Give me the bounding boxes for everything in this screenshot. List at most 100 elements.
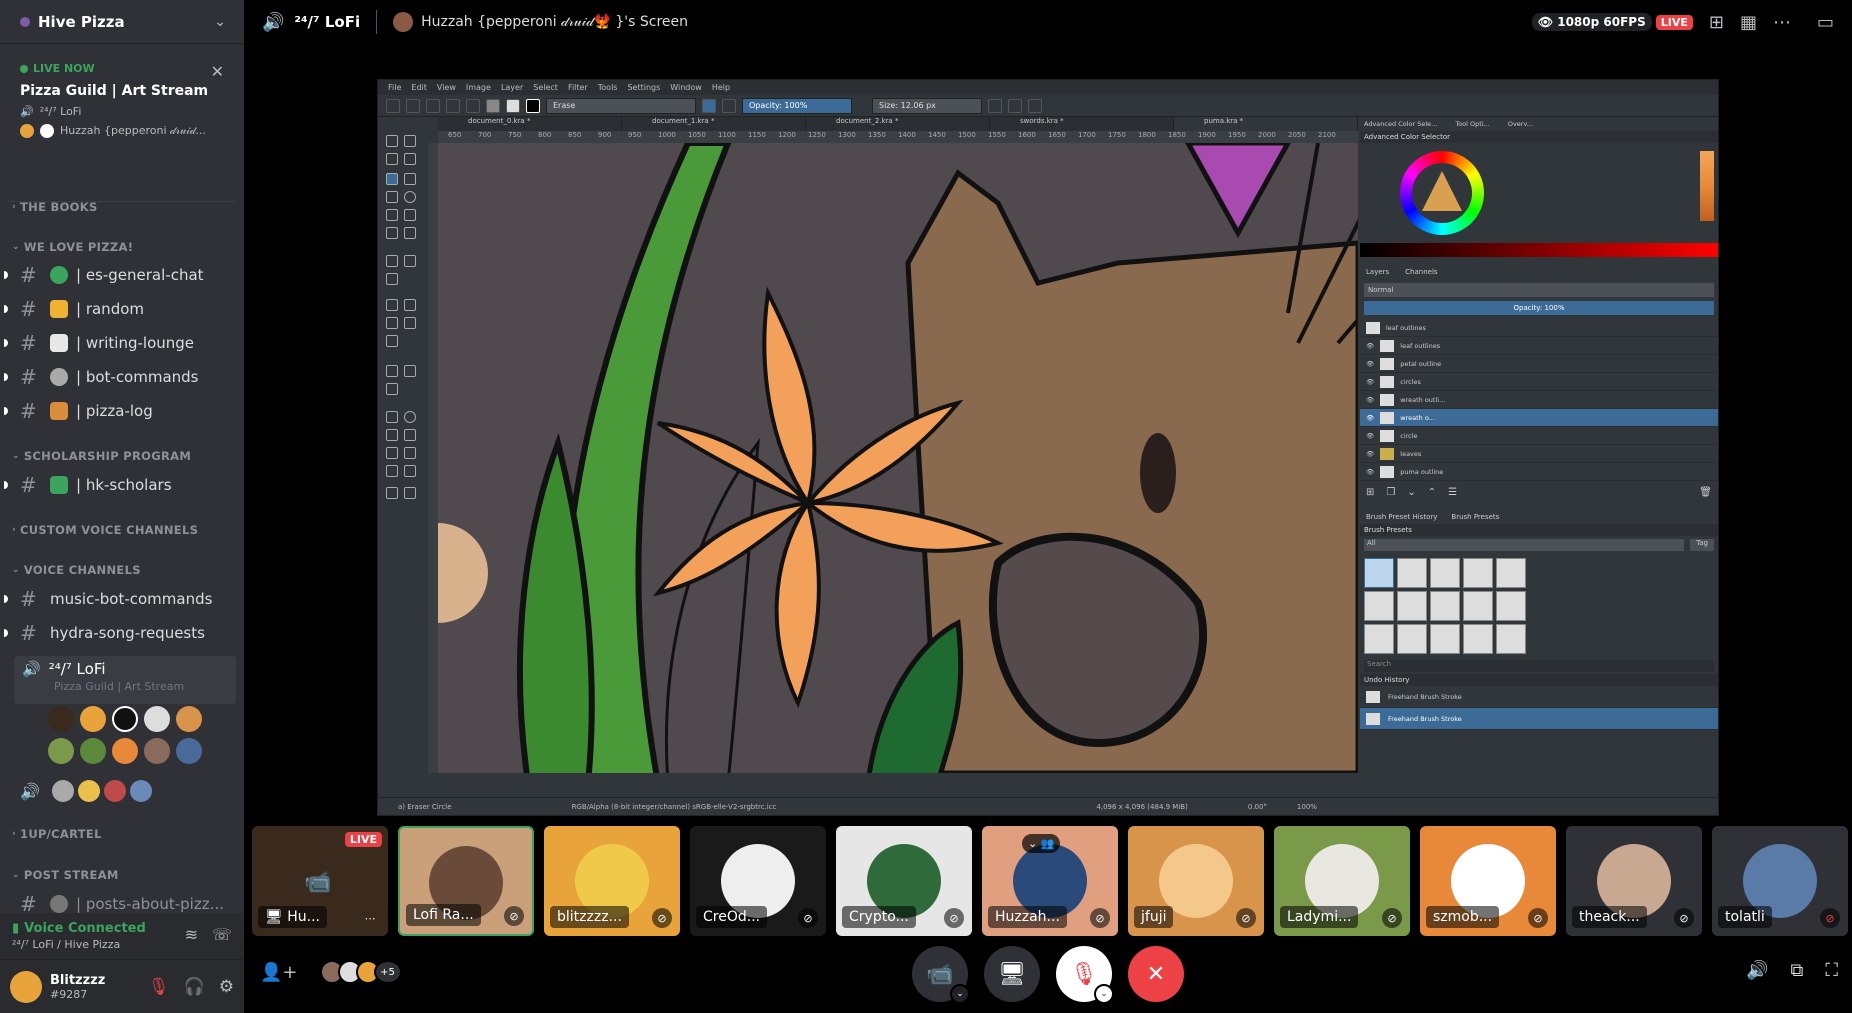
pattern-icon[interactable] <box>506 98 520 113</box>
eye-icon[interactable]: 👁 <box>1366 450 1374 458</box>
eye-icon[interactable]: 👁 <box>1366 432 1374 440</box>
color-triangle[interactable] <box>1422 171 1462 211</box>
menu-help[interactable]: Help <box>712 83 730 92</box>
brush-preset[interactable] <box>1463 558 1493 588</box>
close-icon[interactable]: ✕ <box>211 62 224 81</box>
channel-pizza-log[interactable]: # | pizza-log <box>4 395 236 427</box>
move-tool-icon[interactable] <box>404 255 416 267</box>
participant-tile[interactable]: CreOd... ⊘ <box>690 826 826 936</box>
smart-patch-tool-icon[interactable] <box>386 317 398 329</box>
avatar[interactable] <box>80 706 106 732</box>
move-down-icon[interactable]: ⌄ <box>1407 487 1415 498</box>
avatar[interactable] <box>176 738 202 764</box>
dock-tab[interactable]: Brush Presets <box>1451 513 1499 521</box>
participant-tile[interactable]: theack... ⊘ <box>1566 826 1702 936</box>
polygon-select-tool-icon[interactable] <box>386 429 398 441</box>
blend-mode-select[interactable]: Normal <box>1364 283 1714 297</box>
eye-icon[interactable]: 👁 <box>1366 414 1374 422</box>
brush-preset[interactable] <box>1496 624 1526 654</box>
avatar[interactable] <box>77 780 100 802</box>
zoom-tool-icon[interactable] <box>386 487 398 499</box>
live-now-card[interactable]: LIVE NOW Pizza Guild | Art Stream 🔊 ²⁴/⁷ … <box>8 52 236 202</box>
gear-icon[interactable]: ⚙ <box>219 977 234 997</box>
brush-preset[interactable] <box>1364 558 1394 588</box>
eraser-mode-icon[interactable] <box>702 98 716 113</box>
transform-tool-icon[interactable] <box>386 255 398 267</box>
perspective-tool-icon[interactable] <box>404 365 416 377</box>
polyline-tool-icon[interactable] <box>404 209 416 221</box>
menu-filter[interactable]: Filter <box>568 83 588 92</box>
layer-row[interactable]: 👁 wreath o... <box>1360 409 1718 427</box>
size-slider[interactable]: Size: 12.06 px <box>872 97 982 114</box>
text-tool-icon[interactable] <box>404 135 416 147</box>
color-selector[interactable] <box>1360 143 1718 243</box>
brush-preset[interactable] <box>1496 558 1526 588</box>
layer-opacity-slider[interactable]: Opacity: 100% <box>1364 301 1714 315</box>
chevron-down-icon[interactable]: ⌄ <box>214 14 226 30</box>
participant-tile[interactable]: LIVE 📹 🖥 Hu... ⋯ <box>252 826 388 936</box>
eye-icon[interactable]: 👁 <box>1366 468 1374 476</box>
brush-preset[interactable] <box>1463 591 1493 621</box>
mute-button[interactable]: 🎙 ⌄ <box>1056 946 1114 1004</box>
eye-icon[interactable]: 👁 <box>1366 360 1374 368</box>
menu-image[interactable]: Image <box>466 83 491 92</box>
polygon-tool-icon[interactable] <box>386 209 398 221</box>
participant-tile[interactable]: szmob... ⊘ <box>1420 826 1556 936</box>
layer-row[interactable]: leaf outlines <box>1360 319 1718 337</box>
brush-preset[interactable] <box>1397 558 1427 588</box>
preserve-alpha-icon[interactable] <box>722 98 736 113</box>
dock-tab[interactable]: Overv... <box>1508 120 1533 128</box>
undo-icon[interactable] <box>446 98 460 113</box>
brush-preset[interactable] <box>1496 591 1526 621</box>
contiguous-select-tool-icon[interactable] <box>386 447 398 459</box>
brush-preset[interactable] <box>1364 624 1394 654</box>
document-tab[interactable]: document_1.kra * <box>622 117 806 131</box>
color-slider[interactable] <box>1360 243 1718 257</box>
menu-edit[interactable]: Edit <box>411 83 427 92</box>
crop-tool-icon[interactable] <box>386 273 398 285</box>
dock-tab[interactable]: Tool Opti... <box>1455 120 1490 128</box>
brush-tag-button[interactable]: Tag <box>1690 539 1714 551</box>
add-widget-icon[interactable]: ⊞ <box>1709 12 1724 33</box>
menu-layer[interactable]: Layer <box>501 83 523 92</box>
layer-properties-icon[interactable]: ☰ <box>1448 487 1457 498</box>
document-tab[interactable]: swords.kra * <box>990 117 1174 131</box>
avatar[interactable] <box>51 780 74 802</box>
brush-preset[interactable] <box>1397 591 1427 621</box>
avatar[interactable] <box>144 738 170 764</box>
rect-select-tool-icon[interactable] <box>386 411 398 423</box>
move-up-icon[interactable]: ⌃ <box>1428 487 1436 498</box>
menu-tools[interactable]: Tools <box>598 83 618 92</box>
menu-view[interactable]: View <box>437 83 456 92</box>
menu-settings[interactable]: Settings <box>627 83 660 92</box>
participant-tile[interactable]: ⌄ 👥 Huzzah... ⊘ <box>982 826 1118 936</box>
more-icon[interactable]: ⋯ <box>1773 12 1791 33</box>
freehand-path-tool-icon[interactable] <box>404 227 416 239</box>
volume-icon[interactable]: 🔊 <box>1746 960 1768 981</box>
dock-tab[interactable]: Advanced Color Sele... <box>1364 120 1437 128</box>
brush-tool-icon[interactable] <box>386 173 398 185</box>
document-tab[interactable]: document_2.kra * <box>806 117 990 131</box>
layer-row[interactable]: 👁 petal outline <box>1360 355 1718 373</box>
line-tool-icon[interactable] <box>404 173 416 185</box>
menu-select[interactable]: Select <box>533 83 558 92</box>
blend-mode-select[interactable]: Erase <box>546 97 696 114</box>
measure-tool-icon[interactable] <box>386 365 398 377</box>
avatar[interactable] <box>144 706 170 732</box>
fill-tool-icon[interactable] <box>386 335 398 347</box>
color-history[interactable] <box>1700 151 1714 221</box>
avatar[interactable] <box>10 970 42 1003</box>
avatar[interactable] <box>48 706 74 732</box>
channel-bot-commands[interactable]: # | bot-commands <box>4 361 236 393</box>
opacity-slider[interactable]: Opacity: 100% <box>742 97 852 114</box>
magnetic-select-tool-icon[interactable] <box>404 465 416 477</box>
menu-window[interactable]: Window <box>670 83 702 92</box>
category-1up-cartel[interactable]: › 1UP/CARTEL <box>0 825 102 843</box>
history-row[interactable]: Freehand Brush Stroke <box>1360 686 1718 708</box>
participant-avatars[interactable]: +5 <box>319 960 402 984</box>
layer-row[interactable]: 👁 wreath outli... <box>1360 391 1718 409</box>
brush-filter-select[interactable]: All <box>1364 539 1685 551</box>
participant-tile[interactable]: tolatli ⊘ <box>1712 826 1848 936</box>
color-picker-tool-icon[interactable] <box>404 299 416 311</box>
grid-layout-icon[interactable]: ▦ <box>1740 12 1757 33</box>
